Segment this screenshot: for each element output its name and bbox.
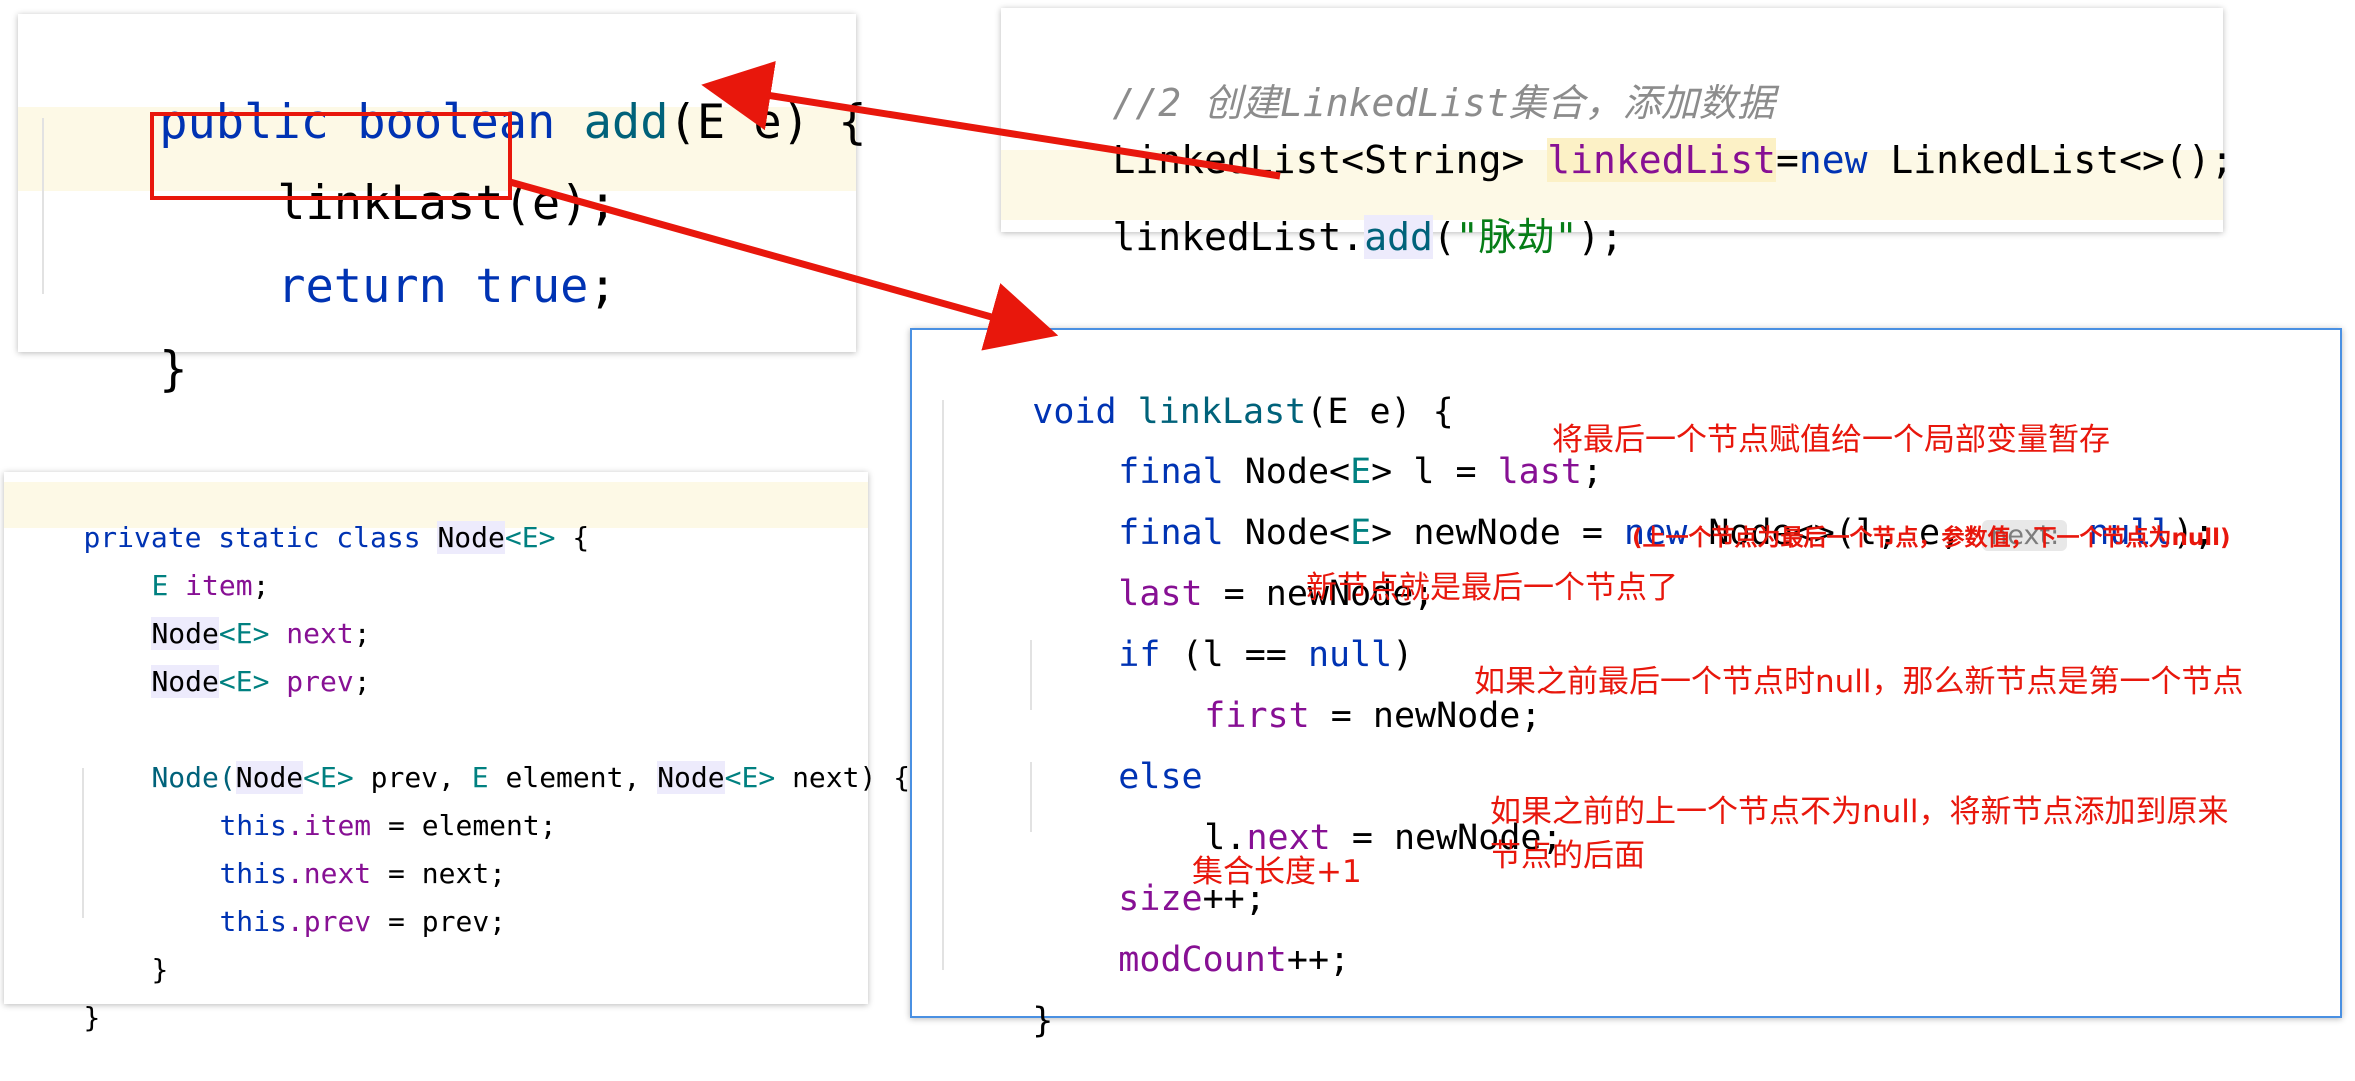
arrow-call-to-linklast: [509, 178, 1059, 351]
arrow-add-to-method: [701, 61, 1281, 180]
arrows-overlay: [150, 61, 1281, 351]
linklast-call-highlight-box: [150, 112, 512, 200]
